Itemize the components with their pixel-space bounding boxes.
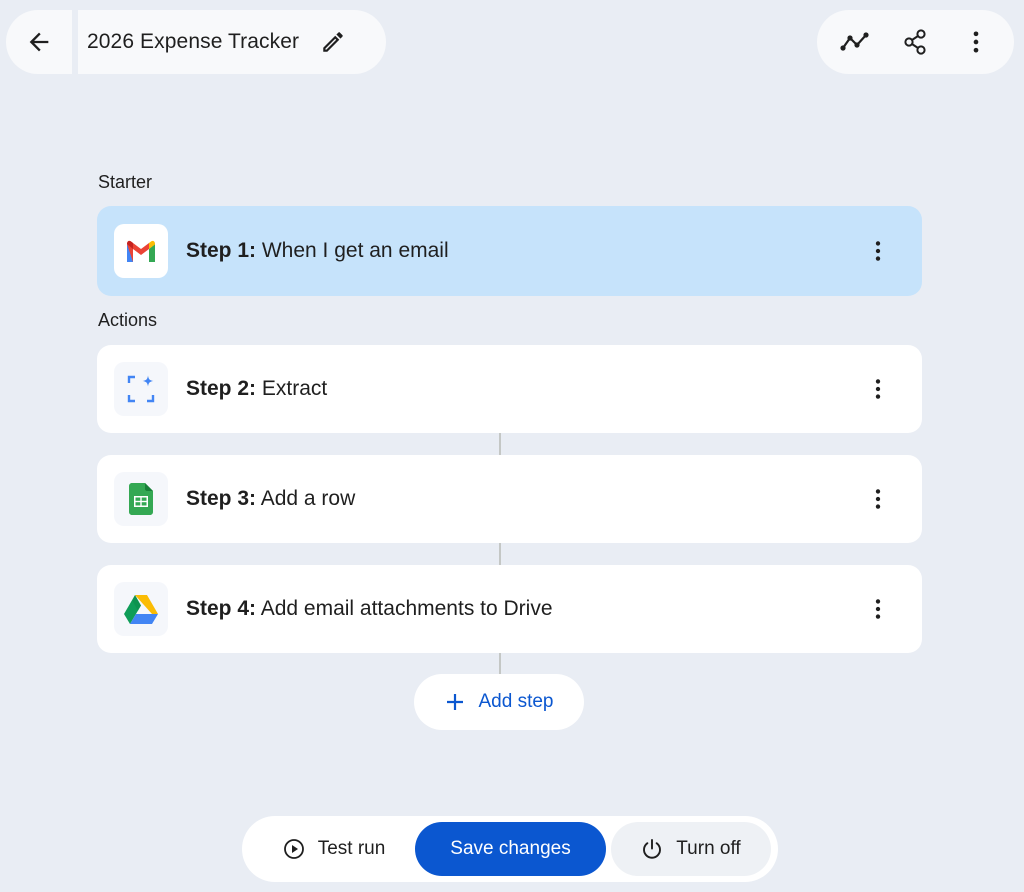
arrow-back-icon: [29, 32, 49, 52]
more-vert-icon: [973, 31, 979, 53]
turn-off-label: Turn off: [676, 838, 741, 859]
more-vert-icon: [875, 489, 881, 509]
step-4-label: Step 4: Add email attachments to Drive: [186, 597, 553, 620]
save-changes-label: Save changes: [450, 838, 571, 859]
step-card-3[interactable]: Step 3: Add a row: [97, 455, 922, 543]
more-vert-icon: [875, 599, 881, 619]
share-icon: [904, 29, 927, 55]
title-divider: [72, 10, 78, 74]
starter-label: Starter: [98, 172, 153, 192]
save-changes-button[interactable]: Save changes: [415, 822, 606, 876]
test-run-button[interactable]: Test run: [254, 822, 414, 876]
step-1-label: Step 1: When I get an email: [186, 239, 449, 262]
step-1-more-button[interactable]: [858, 231, 898, 271]
actions-label: Actions: [98, 310, 158, 330]
back-button[interactable]: [6, 10, 72, 74]
test-run-label: Test run: [317, 838, 386, 859]
sheets-icon: [129, 483, 153, 515]
pencil-icon: [323, 32, 343, 52]
step-card-4[interactable]: Step 4: Add email attachments to Drive: [97, 565, 922, 653]
activity-button[interactable]: [833, 20, 877, 64]
step-3-more-button[interactable]: [858, 479, 898, 519]
step-2-icon-tile: [114, 362, 168, 416]
title-bar: 2026 Expense Tracker: [6, 10, 386, 74]
add-step-button[interactable]: Add step: [414, 674, 584, 730]
extract-sparkle-icon: [127, 375, 155, 403]
step-card-1[interactable]: Step 1: When I get an email: [97, 206, 922, 296]
step-2-label: Step 2: Extract: [186, 377, 328, 400]
header-actions: [817, 10, 1014, 74]
step-1-icon-tile: [114, 224, 168, 278]
step-card-2[interactable]: Step 2: Extract: [97, 345, 922, 433]
bottom-action-bar: Test run Save changes Turn off: [242, 816, 778, 882]
more-vert-icon: [875, 379, 881, 399]
play-circle-icon: [283, 838, 305, 860]
step-4-more-button[interactable]: [858, 589, 898, 629]
step-connector: [499, 653, 501, 675]
more-options-button[interactable]: [954, 20, 998, 64]
edit-title-button[interactable]: [317, 26, 349, 58]
step-3-label: Step 3: Add a row: [186, 487, 356, 510]
step-connector: [499, 543, 501, 565]
activity-chart-icon: [840, 32, 869, 51]
plus-icon: [445, 692, 465, 712]
share-button[interactable]: [893, 20, 937, 64]
drive-icon: [124, 595, 158, 624]
power-icon: [641, 838, 663, 860]
page-title: 2026 Expense Tracker: [87, 30, 300, 53]
step-connector: [499, 433, 501, 455]
turn-off-button[interactable]: Turn off: [611, 822, 771, 876]
more-vert-icon: [875, 241, 881, 261]
add-step-label: Add step: [478, 691, 554, 712]
step-3-icon-tile: [114, 472, 168, 526]
step-2-more-button[interactable]: [858, 369, 898, 409]
gmail-icon: [127, 240, 155, 262]
step-4-icon-tile: [114, 582, 168, 636]
